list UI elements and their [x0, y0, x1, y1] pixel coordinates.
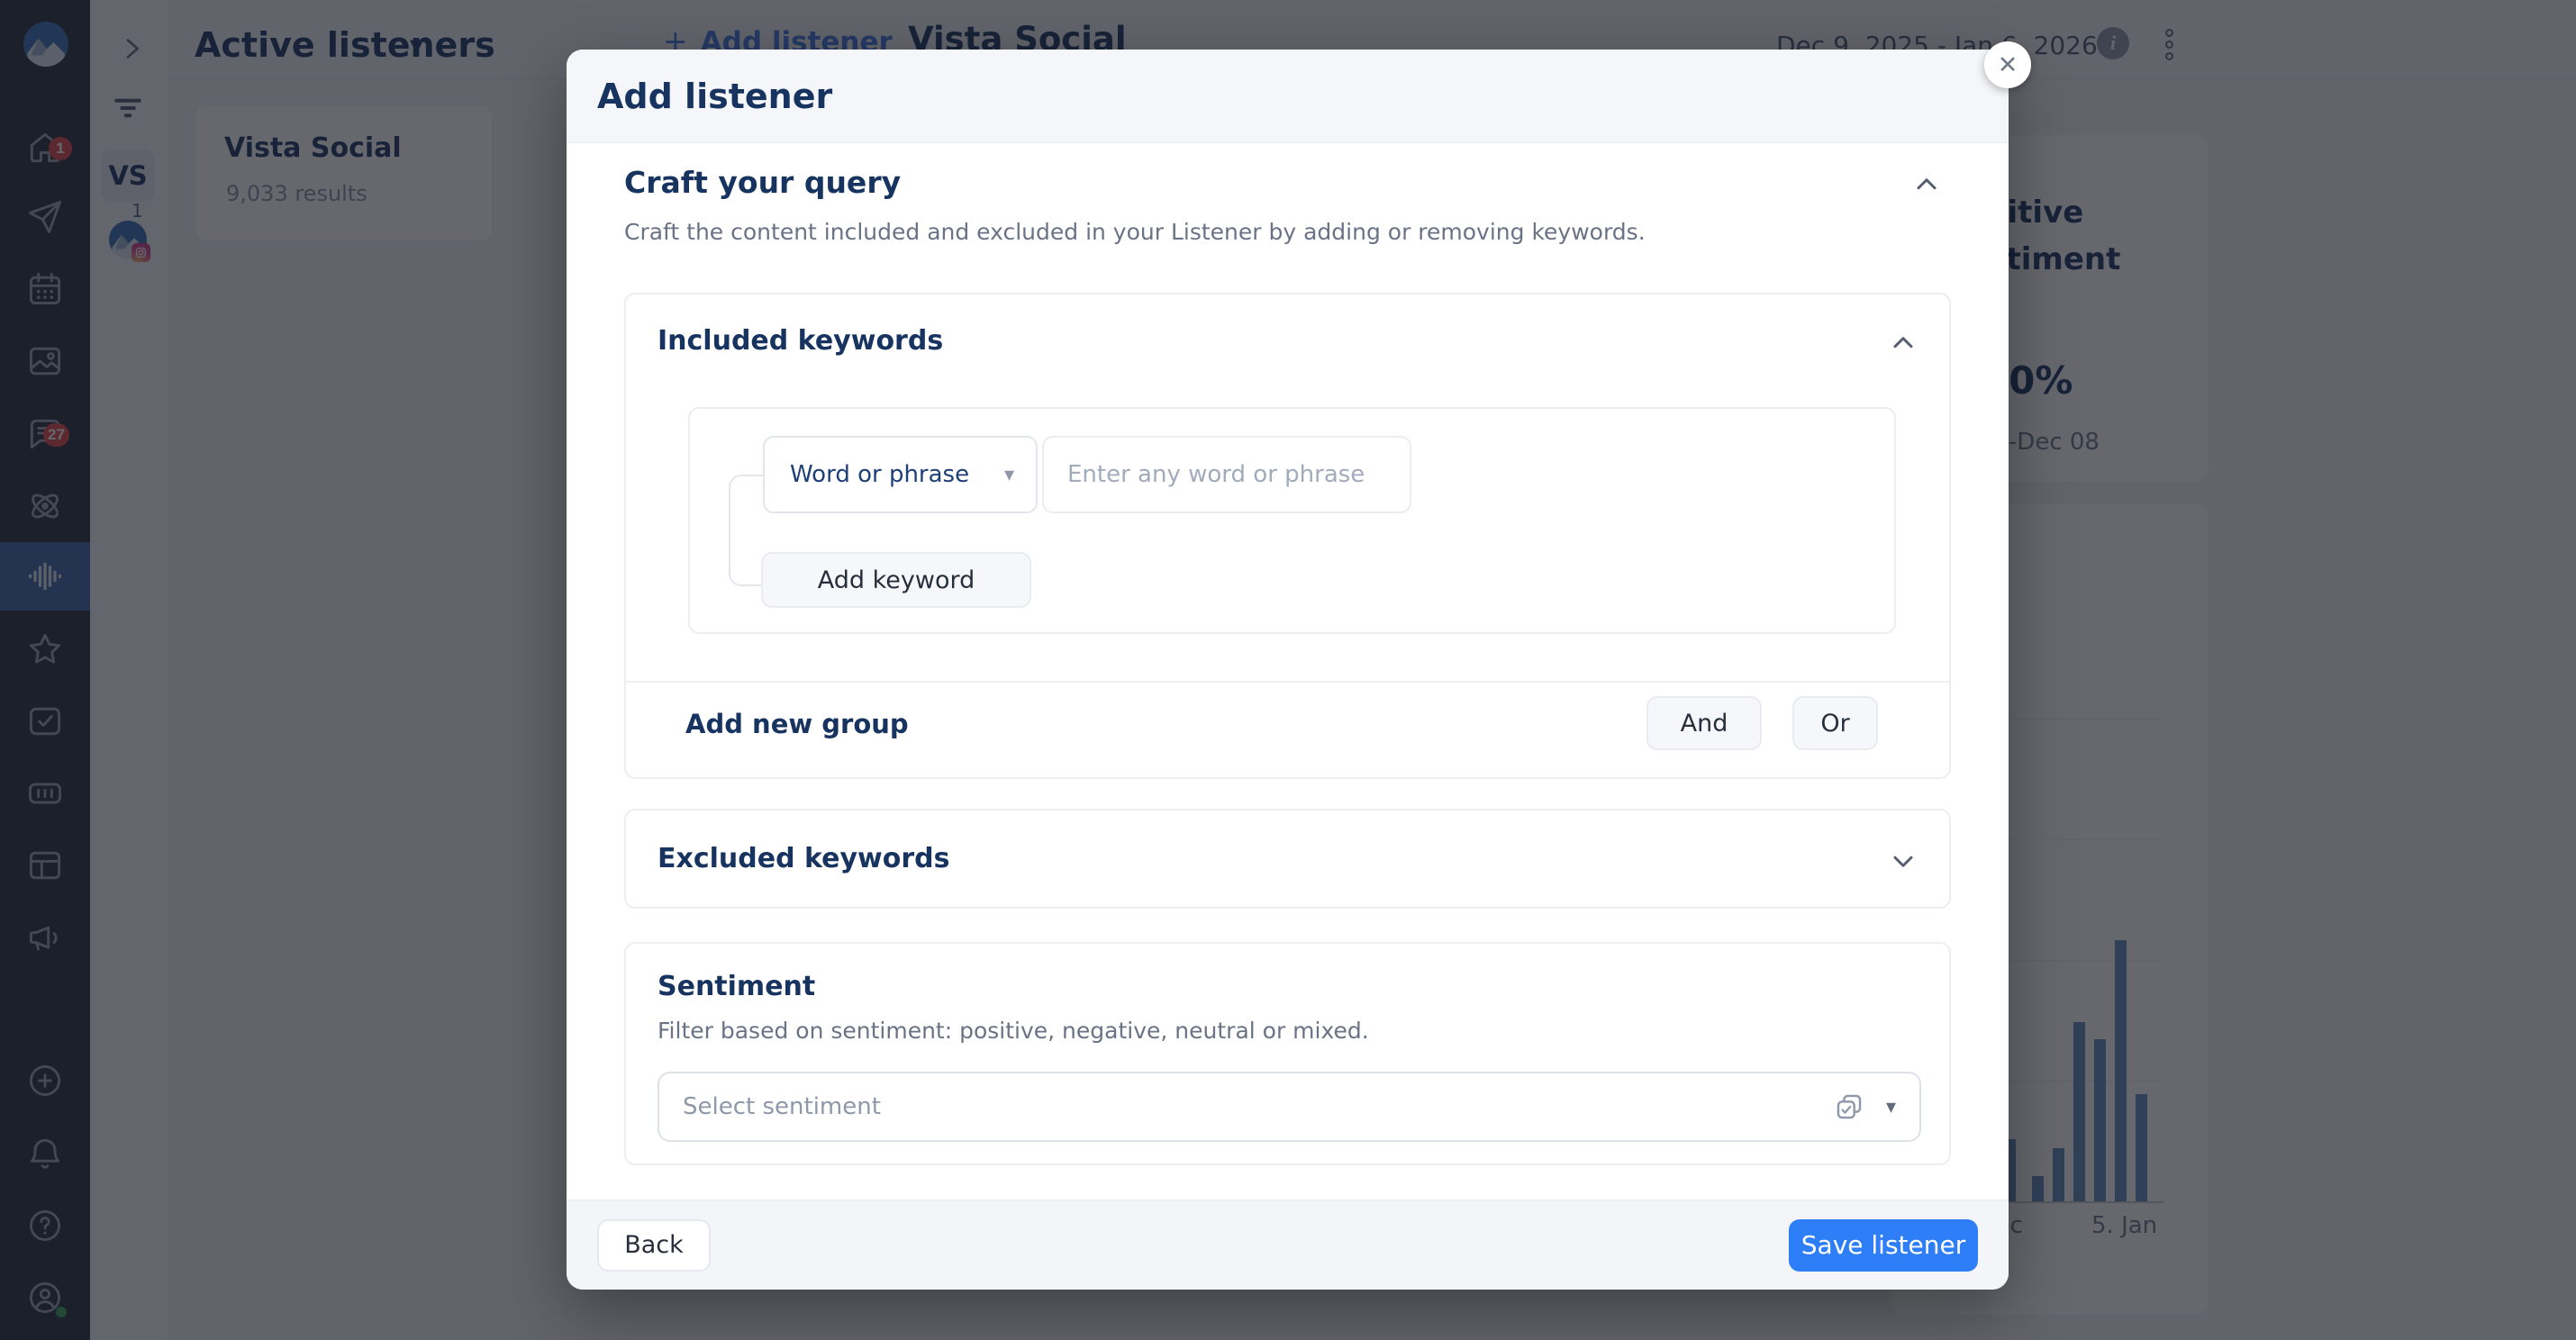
excluded-keywords-heading: Excluded keywords [658, 843, 950, 874]
sentiment-description: Filter based on sentiment: positive, neg… [658, 1018, 1369, 1044]
sentiment-select-placeholder: Select sentiment [683, 1093, 1834, 1120]
and-operator-button[interactable]: And [1646, 696, 1762, 750]
close-modal-icon[interactable]: ✕ [1984, 41, 2031, 88]
keyword-type-caret-icon: ▾ [1004, 464, 1014, 486]
keyword-type-select[interactable]: Word or phrase ▾ [763, 436, 1038, 513]
expand-excluded-chevron-down-icon[interactable] [1887, 845, 1919, 877]
query-section-heading: Craft your query [624, 165, 901, 200]
select-all-icon[interactable] [1834, 1091, 1864, 1122]
included-keywords-card: Included keywords Word or phrase ▾ Add k… [624, 293, 1951, 779]
sentiment-card: Sentiment Filter based on sentiment: pos… [624, 942, 1951, 1165]
back-button[interactable]: Back [597, 1219, 711, 1272]
app-window: 1 27 [0, 0, 2576, 1340]
keyword-type-value: Word or phrase [790, 461, 969, 488]
keyword-input[interactable] [1042, 436, 1411, 513]
keyword-group-connector [729, 475, 765, 586]
save-listener-button[interactable]: Save listener [1789, 1219, 1978, 1272]
modal-header: Add listener [567, 50, 2009, 143]
collapse-included-chevron-up-icon[interactable] [1887, 327, 1919, 359]
sentiment-heading: Sentiment [658, 971, 815, 1002]
modal-layer: Add listener Craft your query Craft the … [0, 0, 2576, 1340]
excluded-keywords-card[interactable]: Excluded keywords [624, 809, 1951, 909]
query-section-description: Craft the content included and excluded … [624, 219, 1646, 245]
add-listener-modal: Add listener Craft your query Craft the … [567, 50, 2009, 1290]
included-keywords-heading: Included keywords [658, 325, 943, 357]
add-keyword-button[interactable]: Add keyword [761, 552, 1031, 608]
add-new-group-button[interactable]: Add new group [685, 709, 909, 739]
modal-footer: Back Save listener [567, 1200, 2009, 1290]
included-card-divider [626, 681, 1949, 683]
collapse-query-chevron-up-icon[interactable] [1910, 168, 1943, 201]
sentiment-select-caret-icon: ▾ [1886, 1096, 1896, 1118]
sentiment-select[interactable]: Select sentiment ▾ [658, 1072, 1921, 1142]
or-operator-button[interactable]: Or [1792, 696, 1878, 750]
modal-title: Add listener [597, 77, 832, 116]
